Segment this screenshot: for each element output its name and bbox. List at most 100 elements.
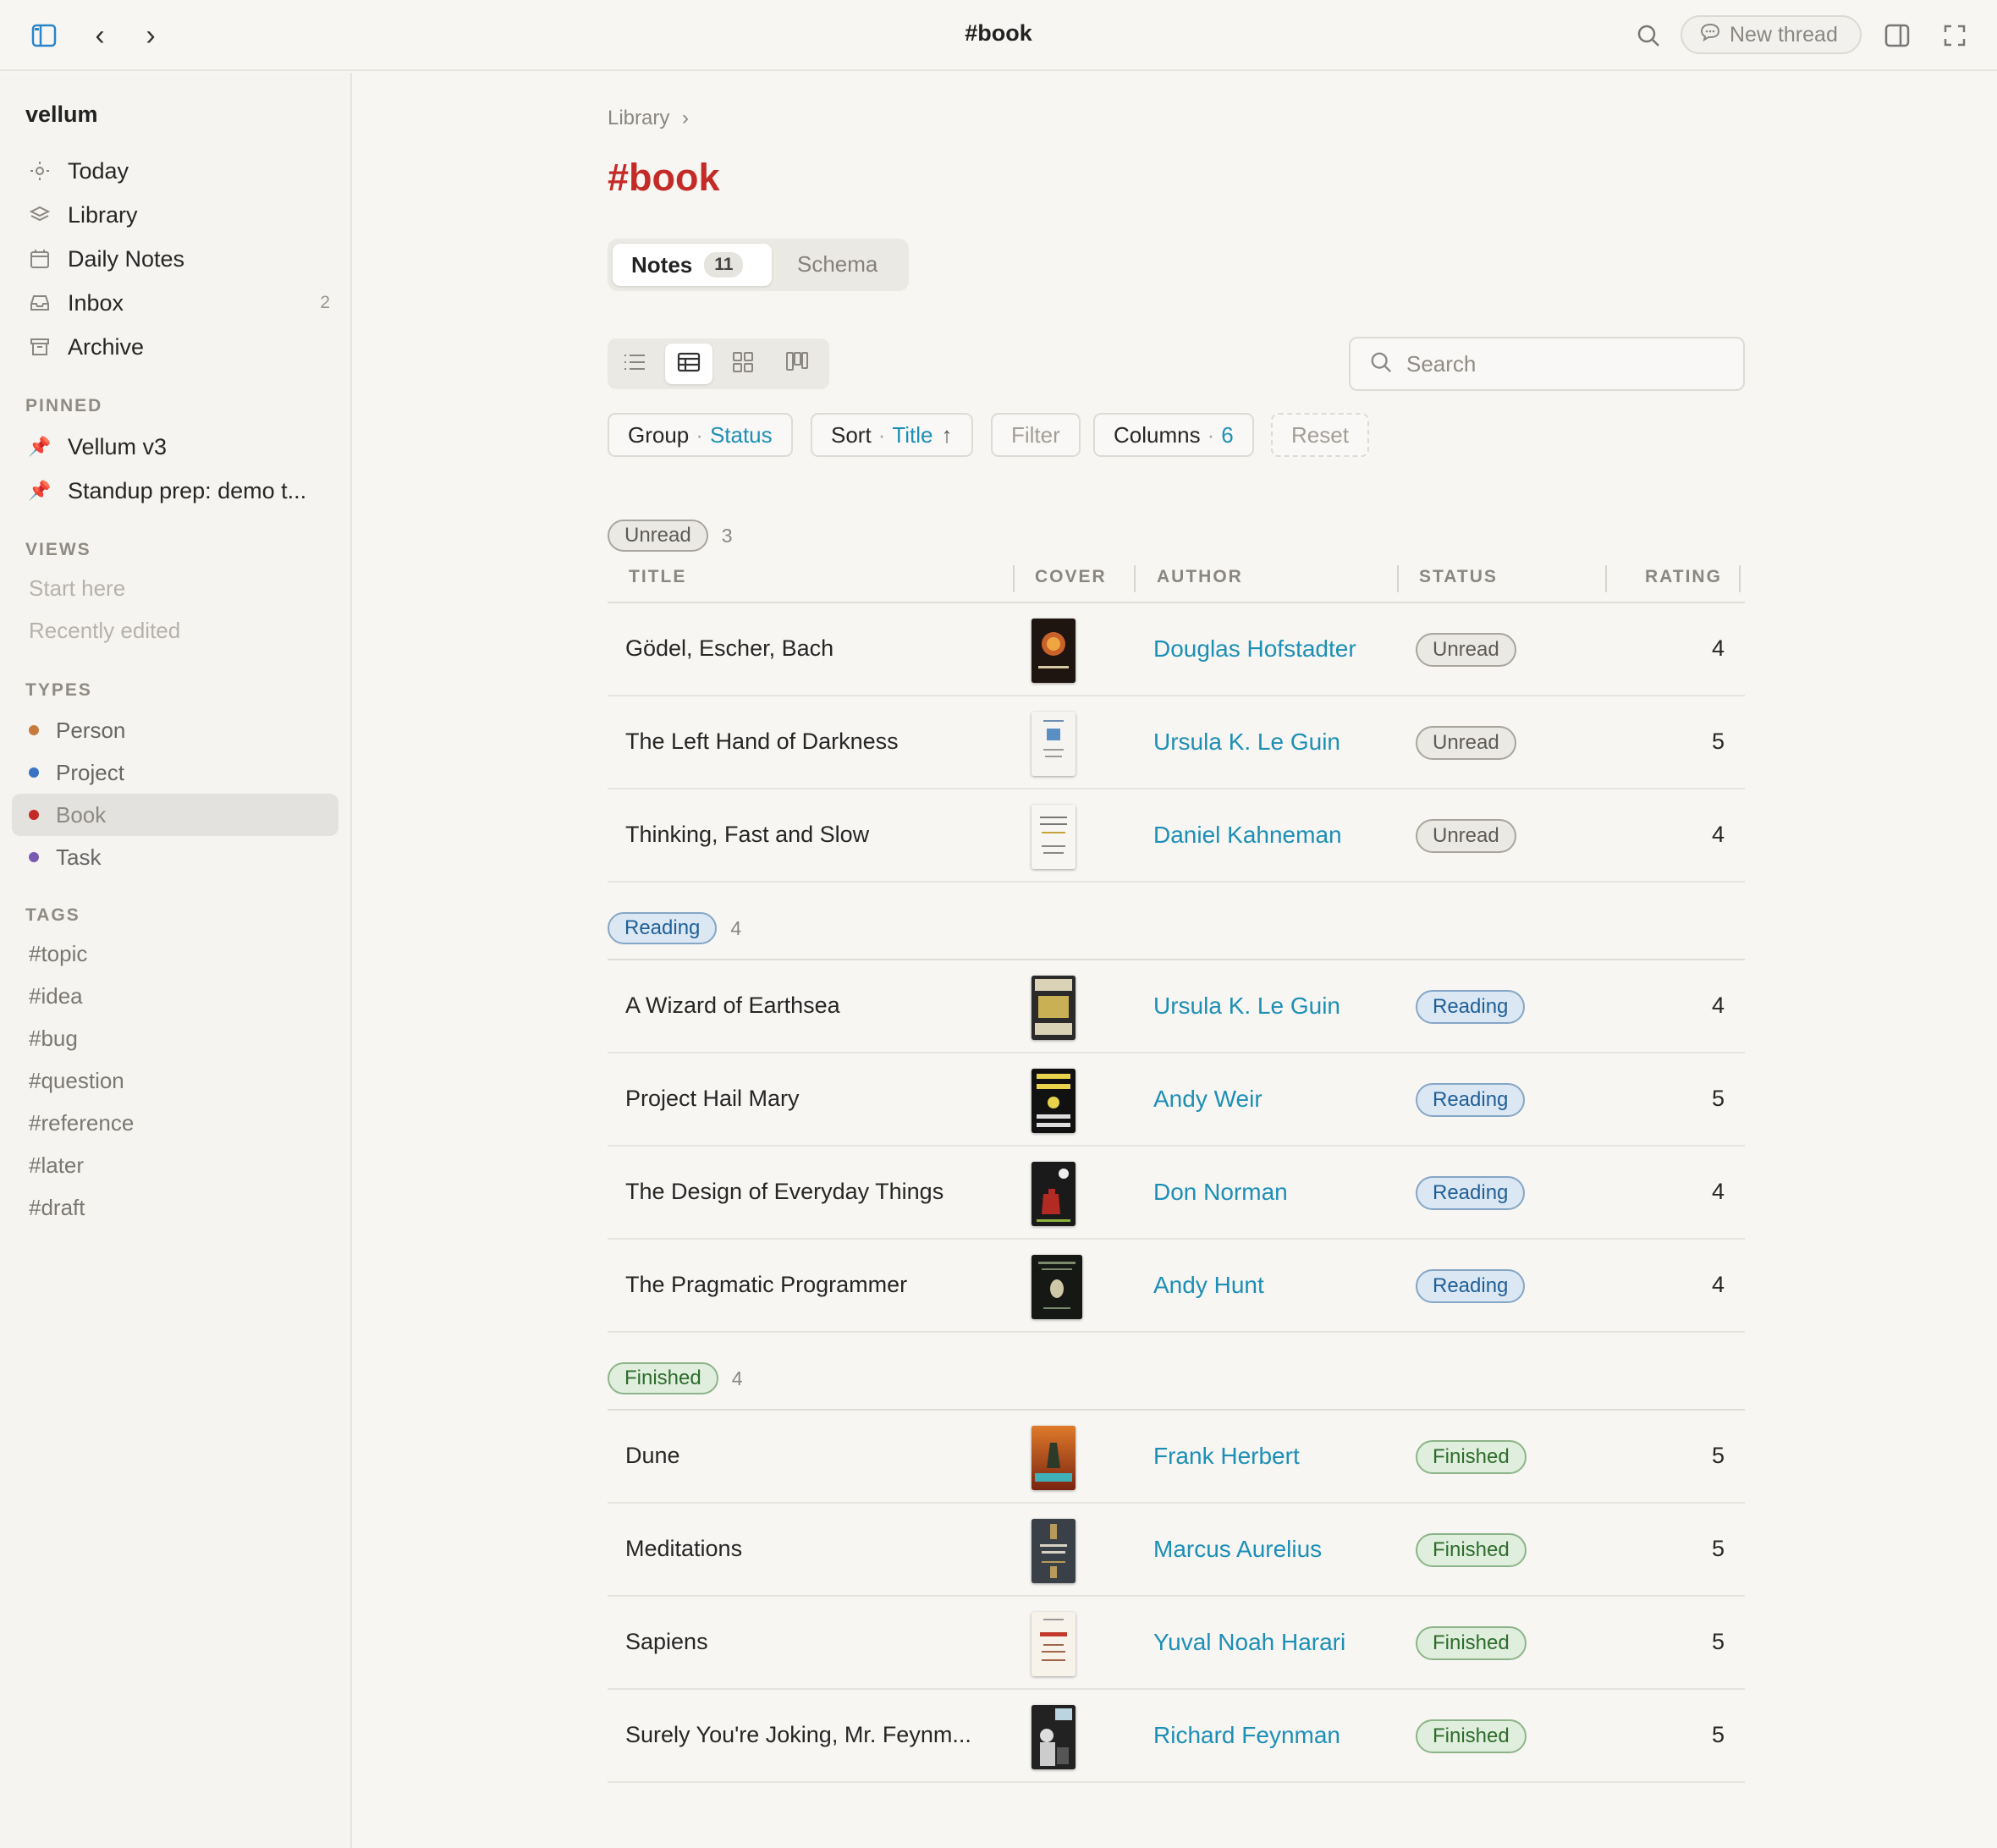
rating-value[interactable]: 5 — [1712, 1086, 1725, 1112]
view-item-recently-edited[interactable]: Recently edited — [29, 618, 180, 644]
type-item-person[interactable]: Person — [12, 709, 338, 751]
rating-value[interactable]: 5 — [1712, 1443, 1725, 1469]
tag-item-idea[interactable]: #idea — [29, 983, 83, 1009]
author-link[interactable]: Marcus Aurelius — [1153, 1536, 1322, 1563]
column-header-rating[interactable]: RATING — [1645, 567, 1722, 592]
tag-item-draft[interactable]: #draft — [29, 1195, 85, 1221]
status-badge[interactable]: Unread — [1416, 726, 1516, 760]
table-row[interactable]: Meditations Marcus Aurelius Finished 5 — [608, 1504, 1745, 1597]
sidebar-item-today[interactable]: Today — [25, 151, 330, 191]
row-title[interactable]: A Wizard of Earthsea — [625, 993, 840, 1019]
table-row[interactable]: Gödel, Escher, Bach Douglas Hofstadter U… — [608, 603, 1745, 696]
status-badge[interactable]: Finished — [1416, 1533, 1527, 1567]
rating-value[interactable]: 5 — [1712, 1629, 1725, 1655]
status-badge[interactable]: Unread — [1416, 633, 1516, 667]
columns-button[interactable]: Columns · 6 — [1093, 413, 1254, 457]
search-icon[interactable] — [1631, 19, 1665, 52]
status-badge[interactable]: Finished — [1416, 1440, 1527, 1474]
type-item-task[interactable]: Task — [12, 836, 338, 878]
row-title[interactable]: Gödel, Escher, Bach — [625, 635, 833, 662]
author-link[interactable]: Yuval Noah Harari — [1153, 1629, 1345, 1656]
column-header-cover[interactable]: COVER — [1035, 567, 1107, 592]
group-button[interactable]: Group · Status — [608, 413, 793, 457]
status-badge[interactable]: Finished — [1416, 1719, 1527, 1753]
sidebar-item-daily-notes[interactable]: Daily Notes — [25, 239, 330, 279]
new-thread-button[interactable]: New thread — [1681, 15, 1862, 54]
list-view-button[interactable] — [611, 344, 658, 384]
type-item-book[interactable]: Book — [12, 794, 338, 836]
column-resize-handle[interactable] — [1013, 565, 1015, 592]
column-header-status[interactable]: STATUS — [1419, 567, 1498, 592]
status-badge[interactable]: Finished — [1416, 1626, 1527, 1660]
tab-notes[interactable]: Notes 11 — [613, 244, 772, 286]
status-badge[interactable]: Reading — [1416, 1176, 1526, 1210]
tag-item-reference[interactable]: #reference — [29, 1110, 134, 1136]
author-link[interactable]: Douglas Hofstadter — [1153, 635, 1356, 663]
row-title[interactable]: The Pragmatic Programmer — [625, 1272, 907, 1298]
sidebar-item-library[interactable]: Library — [25, 195, 330, 235]
author-link[interactable]: Ursula K. Le Guin — [1153, 993, 1340, 1020]
table-row[interactable]: Sapiens Yuval Noah Harari Finished 5 — [608, 1597, 1745, 1690]
tab-schema[interactable]: Schema — [797, 251, 877, 278]
filter-button[interactable]: Filter — [991, 413, 1081, 457]
rating-value[interactable]: 5 — [1712, 729, 1725, 755]
column-header-author[interactable]: AUTHOR — [1157, 567, 1243, 592]
author-link[interactable]: Frank Herbert — [1153, 1443, 1300, 1470]
author-link[interactable]: Andy Hunt — [1153, 1272, 1264, 1299]
column-resize-handle[interactable] — [1134, 565, 1136, 592]
sidebar-item-inbox[interactable]: Inbox 2 — [25, 283, 330, 323]
status-badge[interactable]: Reading — [1416, 1083, 1526, 1117]
rating-value[interactable]: 5 — [1712, 1722, 1725, 1748]
board-view-button[interactable] — [773, 344, 821, 384]
tag-item-topic[interactable]: #topic — [29, 941, 87, 967]
breadcrumb-library[interactable]: Library — [608, 107, 669, 129]
rating-value[interactable]: 4 — [1712, 1272, 1725, 1298]
sidebar-item-archive[interactable]: Archive — [25, 327, 330, 367]
author-link[interactable]: Richard Feynman — [1153, 1722, 1340, 1749]
status-badge[interactable]: Reading — [1416, 1269, 1526, 1303]
row-title[interactable]: Surely You're Joking, Mr. Feynm... — [625, 1722, 971, 1748]
right-panel-icon[interactable] — [1880, 19, 1914, 52]
author-link[interactable]: Daniel Kahneman — [1153, 822, 1342, 849]
table-row[interactable]: Thinking, Fast and Slow Daniel Kahneman … — [608, 789, 1745, 883]
table-row[interactable]: A Wizard of Earthsea Ursula K. Le Guin R… — [608, 960, 1745, 1053]
table-row[interactable]: The Design of Everyday Things Don Norman… — [608, 1147, 1745, 1240]
tag-item-question[interactable]: #question — [29, 1068, 124, 1094]
workspace-name[interactable]: vellum — [25, 102, 98, 128]
group-header-unread[interactable]: Unread 3 — [608, 520, 733, 552]
view-item-start-here[interactable]: Start here — [29, 575, 125, 602]
author-link[interactable]: Ursula K. Le Guin — [1153, 729, 1340, 756]
rating-value[interactable]: 4 — [1712, 1179, 1725, 1205]
status-badge[interactable]: Unread — [1416, 819, 1516, 853]
group-header-finished[interactable]: Finished 4 — [608, 1362, 743, 1394]
row-title[interactable]: Meditations — [625, 1536, 742, 1562]
table-view-button[interactable] — [665, 344, 712, 384]
column-header-title[interactable]: TITLE — [629, 567, 686, 592]
row-title[interactable]: The Left Hand of Darkness — [625, 729, 899, 755]
search-input[interactable] — [1406, 350, 1711, 377]
table-row[interactable]: The Pragmatic Programmer Andy Hunt Readi… — [608, 1240, 1745, 1333]
row-title[interactable]: The Design of Everyday Things — [625, 1179, 943, 1205]
table-row[interactable]: Surely You're Joking, Mr. Feynm... Richa… — [608, 1690, 1745, 1783]
grid-view-button[interactable] — [719, 344, 767, 384]
status-badge[interactable]: Reading — [1416, 990, 1526, 1024]
sort-button[interactable]: Sort · Title ↑ — [811, 413, 973, 457]
tag-item-later[interactable]: #later — [29, 1152, 84, 1179]
pinned-item-standup-prep[interactable]: 📌 Standup prep: demo t... — [25, 470, 322, 511]
row-title[interactable]: Project Hail Mary — [625, 1086, 800, 1112]
reset-button[interactable]: Reset — [1271, 413, 1369, 457]
column-resize-handle[interactable] — [1605, 565, 1607, 592]
row-title[interactable]: Sapiens — [625, 1629, 708, 1655]
rating-value[interactable]: 4 — [1712, 635, 1725, 662]
rating-value[interactable]: 4 — [1712, 822, 1725, 848]
row-title[interactable]: Thinking, Fast and Slow — [625, 822, 869, 848]
column-resize-handle[interactable] — [1397, 565, 1399, 592]
search-field[interactable] — [1349, 337, 1745, 391]
type-item-project[interactable]: Project — [12, 751, 338, 794]
fullscreen-icon[interactable] — [1938, 19, 1972, 52]
author-link[interactable]: Andy Weir — [1153, 1086, 1263, 1113]
table-row[interactable]: The Left Hand of Darkness Ursula K. Le G… — [608, 696, 1745, 789]
row-title[interactable]: Dune — [625, 1443, 680, 1469]
tag-item-bug[interactable]: #bug — [29, 1026, 78, 1052]
group-header-reading[interactable]: Reading 4 — [608, 912, 741, 944]
